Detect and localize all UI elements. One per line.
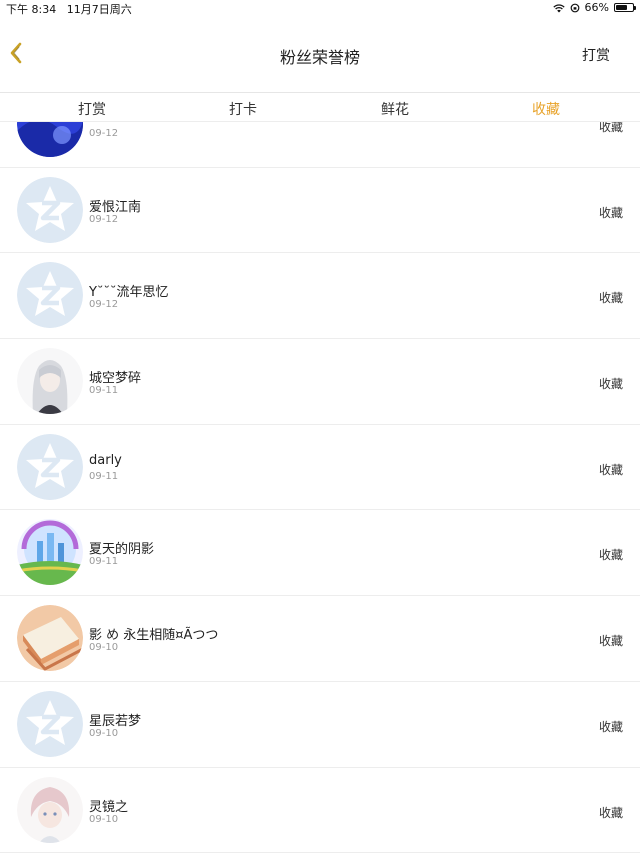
user-name: 夏天的阴影 bbox=[89, 542, 155, 558]
tab-favorites[interactable]: 收藏 bbox=[506, 99, 586, 119]
list-item[interactable]: 09-12 收藏 bbox=[0, 122, 640, 168]
default-avatar-icon[interactable] bbox=[17, 690, 83, 757]
battery-icon bbox=[614, 3, 636, 12]
row-type-label: 收藏 bbox=[598, 205, 623, 220]
row-type-label: 收藏 bbox=[598, 122, 623, 134]
list-item[interactable]: Y˘˘˘流年思忆 09-12 收藏 bbox=[0, 253, 640, 340]
default-avatar-icon[interactable] bbox=[17, 433, 83, 500]
list-item[interactable]: 爱恨江南 09-12 收藏 bbox=[0, 168, 640, 254]
list-item[interactable]: darly 09-11 收藏 bbox=[0, 425, 640, 511]
item-date: 09-11 bbox=[89, 385, 119, 397]
item-date: 09-12 bbox=[89, 213, 119, 225]
fan-list-rows: 09-12 收藏 爱恨江南 09-12 收藏 Y˘˘˘流年思忆 09-12 收藏 城空梦碎 09-… bbox=[0, 122, 640, 853]
item-date: 09-12 bbox=[89, 299, 119, 311]
user-name: 影 め 永生相随¤Ãつつ bbox=[89, 628, 219, 644]
orientation-lock-icon bbox=[570, 3, 579, 12]
wifi-icon bbox=[552, 3, 565, 12]
user-name: 城空梦碎 bbox=[89, 371, 142, 387]
status-date: 11月7日周六 bbox=[66, 3, 132, 16]
list-item[interactable]: 城空梦碎 09-11 收藏 bbox=[0, 339, 640, 425]
status-bar: 下午 8:34 11月7日周六 66% bbox=[0, 0, 640, 16]
row-type-label: 收藏 bbox=[598, 548, 623, 563]
row-type-label: 收藏 bbox=[598, 291, 623, 306]
row-type-label: 收藏 bbox=[598, 634, 623, 649]
item-date: 09-10 bbox=[89, 727, 119, 739]
default-avatar-icon[interactable] bbox=[17, 176, 83, 243]
item-date: 09-11 bbox=[89, 556, 119, 568]
list-item[interactable]: 影 め 永生相随¤Ãつつ 09-10 收藏 bbox=[0, 596, 640, 682]
item-date: 09-11 bbox=[89, 470, 119, 482]
avatar[interactable] bbox=[17, 122, 83, 157]
avatar[interactable] bbox=[17, 348, 83, 415]
avatar[interactable] bbox=[17, 519, 83, 586]
item-date: 09-10 bbox=[89, 642, 119, 654]
status-time: 下午 8:34 bbox=[6, 3, 57, 16]
status-indicators: 66% bbox=[552, 1, 636, 14]
tab-flowers[interactable]: 鲜花 bbox=[355, 99, 435, 119]
user-name: 星辰若梦 bbox=[89, 713, 142, 729]
user-name: 爱恨江南 bbox=[89, 199, 142, 215]
avatar[interactable] bbox=[17, 776, 83, 843]
tab-checkin[interactable]: 打卡 bbox=[203, 99, 283, 119]
user-name: darly bbox=[89, 452, 122, 468]
row-type-label: 收藏 bbox=[598, 719, 623, 734]
default-avatar-icon[interactable] bbox=[17, 262, 83, 329]
page-title: 粉丝荣誉榜 bbox=[279, 48, 360, 67]
row-type-label: 收藏 bbox=[598, 462, 623, 477]
row-type-label: 收藏 bbox=[598, 805, 623, 820]
avatar[interactable] bbox=[17, 605, 83, 672]
tab-reward[interactable]: 打赏 bbox=[52, 99, 132, 119]
user-name: Y˘˘˘流年思忆 bbox=[89, 285, 169, 301]
row-type-label: 收藏 bbox=[598, 377, 623, 392]
list-item[interactable]: 星辰若梦 09-10 收藏 bbox=[0, 682, 640, 768]
battery-fill bbox=[616, 5, 627, 10]
reward-button[interactable]: 打赏 bbox=[582, 45, 610, 65]
status-time-date: 下午 8:34 11月7日周六 bbox=[6, 1, 132, 17]
list-item[interactable]: 夏天的阴影 09-11 收藏 bbox=[0, 510, 640, 597]
user-name: 灵镜之 bbox=[89, 799, 129, 815]
battery-percent: 66% bbox=[584, 1, 609, 14]
fan-list[interactable]: 09-12 收藏 爱恨江南 09-12 收藏 Y˘˘˘流年思忆 09-12 收藏 城空梦碎 09-… bbox=[0, 122, 640, 853]
list-item[interactable]: 灵镜之 09-10 收藏 bbox=[0, 768, 640, 853]
tab-bar: 打赏 打卡 鲜花 收藏 bbox=[0, 92, 640, 122]
item-date: 09-12 bbox=[89, 128, 119, 139]
nav-bar: 粉丝荣誉榜 打赏 bbox=[0, 16, 640, 92]
item-date: 09-10 bbox=[89, 813, 119, 825]
